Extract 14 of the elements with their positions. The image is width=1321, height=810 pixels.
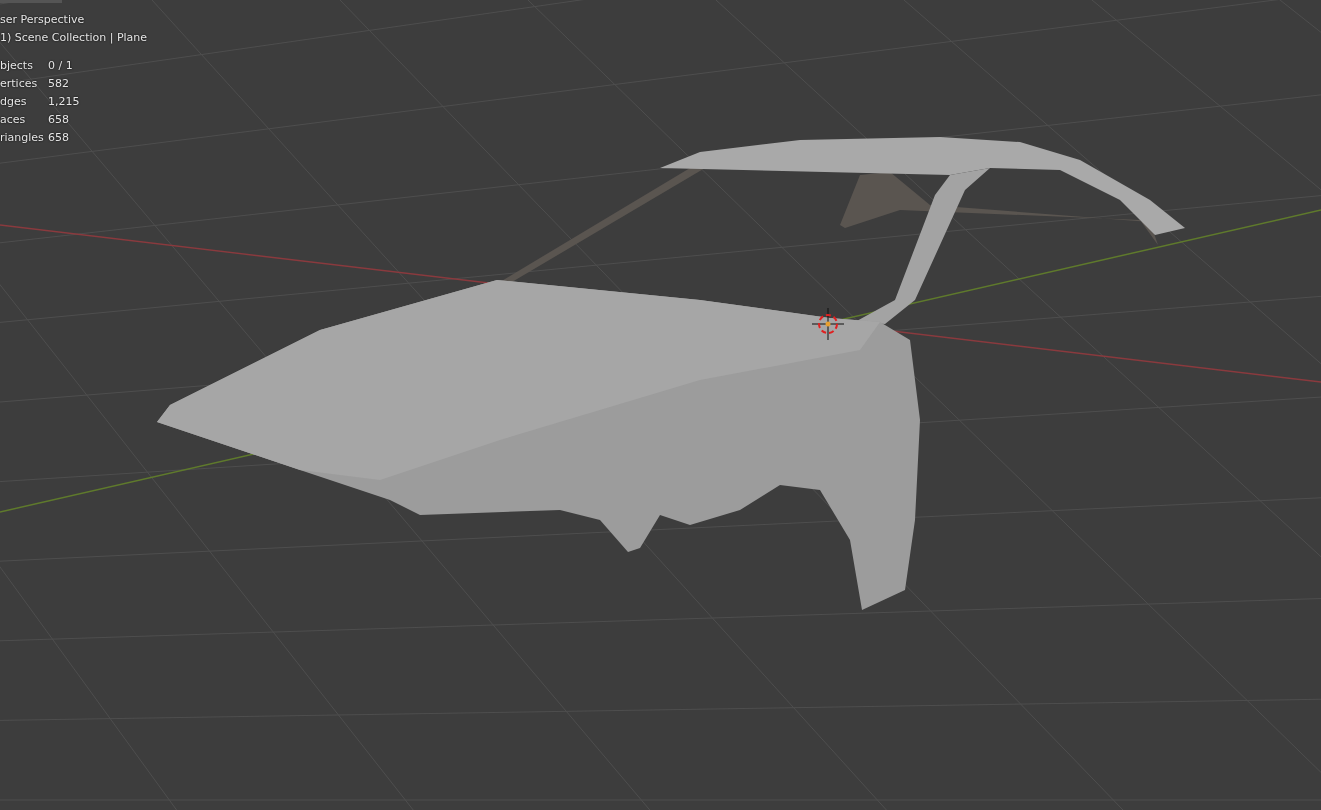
stat-value: 658 — [48, 131, 70, 145]
stat-value: 658 — [48, 113, 70, 127]
3d-cursor-icon[interactable] — [811, 307, 845, 341]
3d-viewport[interactable]: ser Perspective 1) Scene Collection | Plane bjects 0 / 1 ertices 582 dges 1,215 aces 658 riangles 658 — [0, 0, 1321, 810]
stat-value: 0 / 1 — [48, 59, 74, 73]
stat-label: aces — [0, 113, 27, 127]
stat-label: ertices — [0, 77, 39, 91]
collection-label: 1) Scene Collection | Plane — [0, 31, 149, 45]
stat-label: bjects — [0, 59, 34, 73]
stat-value: 1,215 — [48, 95, 81, 109]
stat-label: riangles — [0, 131, 45, 145]
stat-label: dges — [0, 95, 28, 109]
view-name: ser Perspective — [0, 13, 86, 27]
stat-value: 582 — [48, 77, 70, 91]
